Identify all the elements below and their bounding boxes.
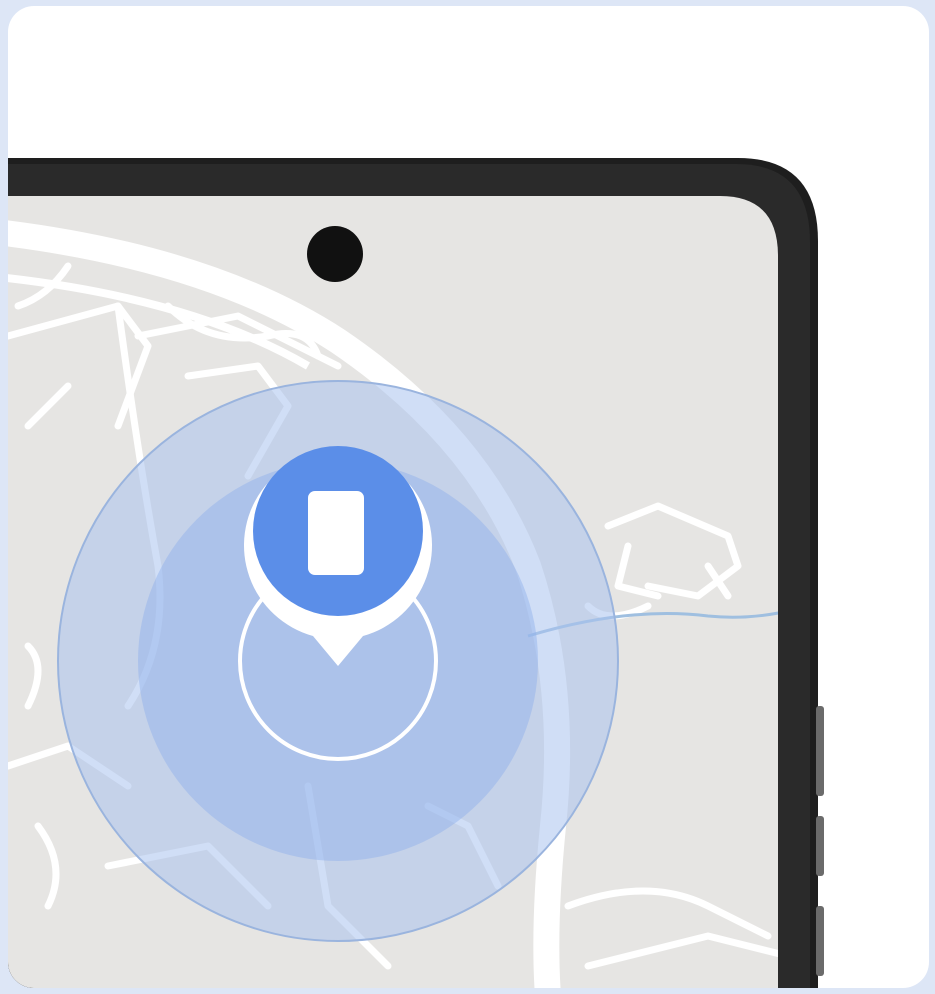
front-camera-icon — [307, 226, 363, 282]
find-device-illustration — [8, 158, 824, 988]
phone-side-button — [816, 906, 824, 976]
phone-icon — [308, 491, 364, 575]
phone-side-button — [816, 706, 824, 796]
phone-side-button — [816, 816, 824, 876]
illustration-card — [8, 6, 929, 988]
